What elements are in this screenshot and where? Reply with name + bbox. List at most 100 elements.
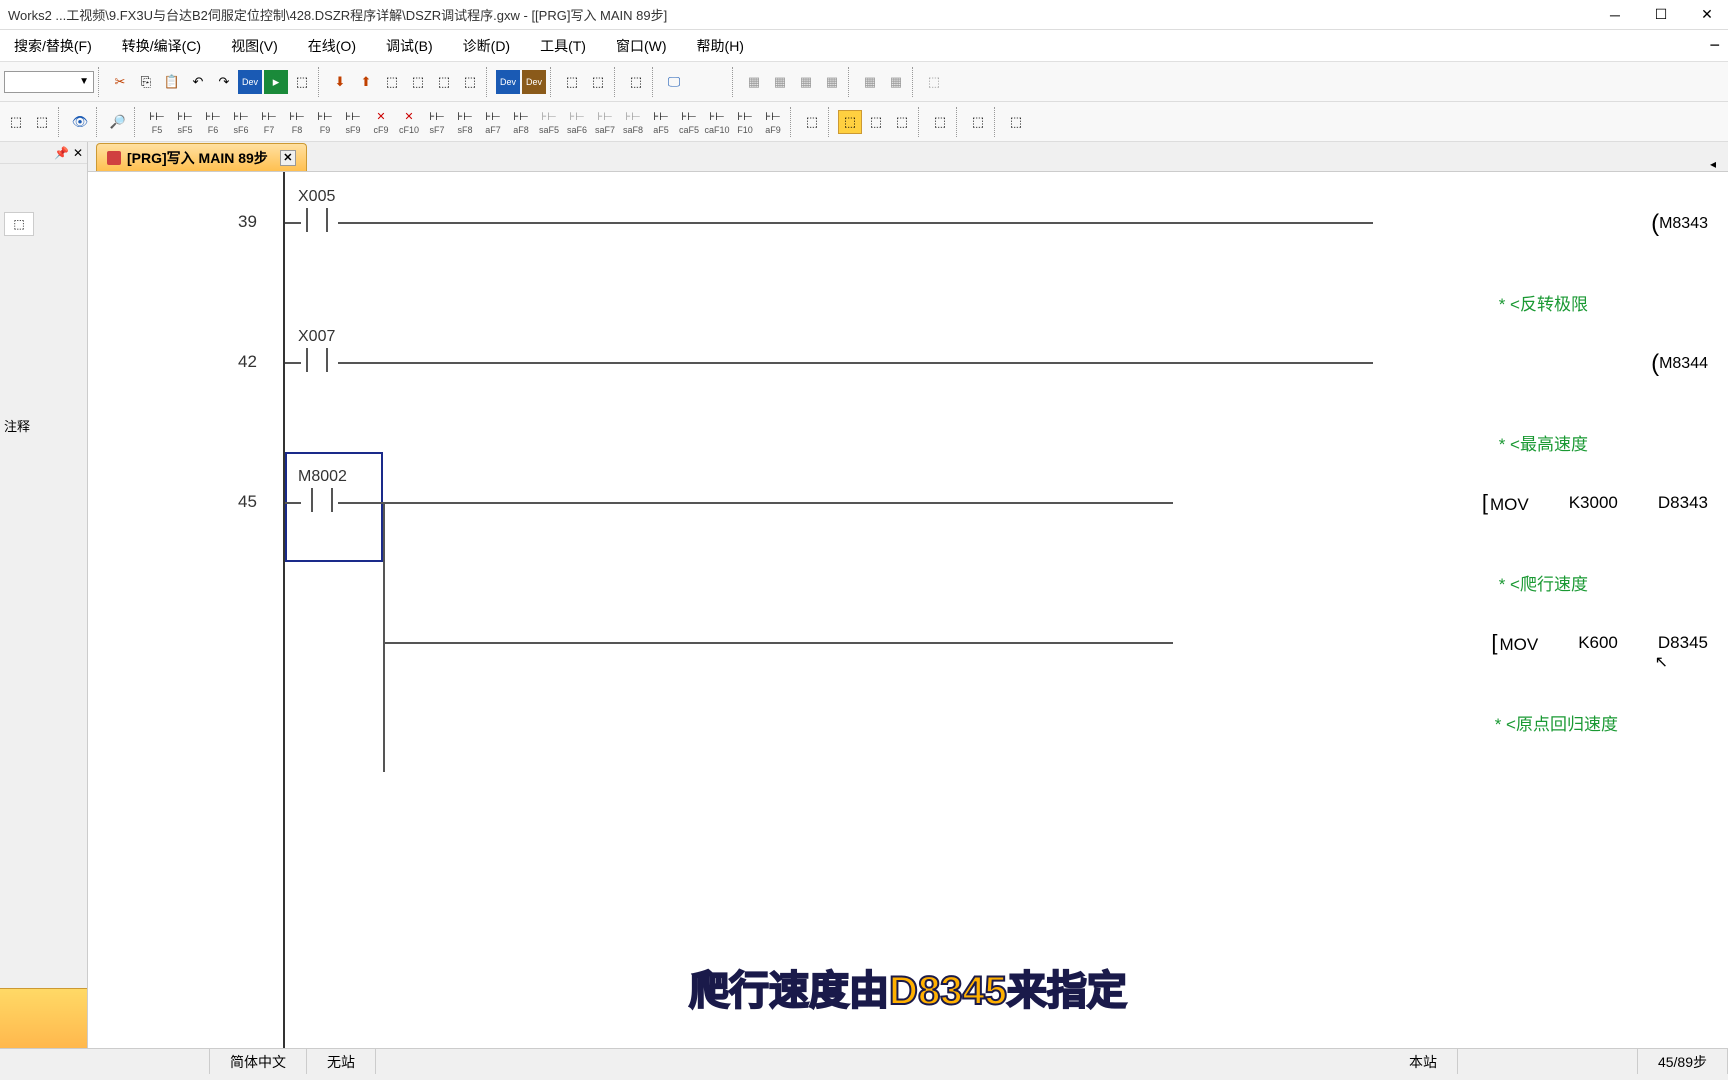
toolbar2-btn-g[interactable]: ⬚ <box>928 110 952 134</box>
chart-icon-5[interactable]: ▦ <box>858 70 882 94</box>
menu-tool[interactable]: 工具(T) <box>534 32 592 60</box>
toolbar-btn-d[interactable]: ⬚ <box>560 70 584 94</box>
maximize-button[interactable]: ☐ <box>1648 5 1674 25</box>
fkey-F10[interactable]: ⊦⊢F10 <box>732 105 758 139</box>
fkey-sF7[interactable]: ⊦⊢sF7 <box>424 105 450 139</box>
minimize-button[interactable]: ─ <box>1602 5 1628 25</box>
view-icon[interactable]: 👁 <box>68 110 92 134</box>
panel-close-icon[interactable]: ✕ <box>73 146 83 160</box>
fkey-cF10[interactable]: ✕cF10 <box>396 105 422 139</box>
fkey-aF8[interactable]: ⊦⊢aF8 <box>508 105 534 139</box>
fkey-sF6[interactable]: ⊦⊢sF6 <box>228 105 254 139</box>
menu-search[interactable]: 搜索/替换(F) <box>8 32 98 60</box>
toolbar-btn-a[interactable]: ⬚ <box>290 70 314 94</box>
fkey-aF7[interactable]: ⊦⊢aF7 <box>480 105 506 139</box>
fkey-caF5[interactable]: ⊦⊢caF5 <box>676 105 702 139</box>
fkey-sF5[interactable]: ⊦⊢sF5 <box>172 105 198 139</box>
fkey-saF8[interactable]: ⊦⊢saF8 <box>620 105 646 139</box>
chart-icon-6[interactable]: ▦ <box>884 70 908 94</box>
chart-icon-7[interactable]: ⬚ <box>922 70 946 94</box>
monitor-icon[interactable]: ▸ <box>264 70 288 94</box>
redo-icon[interactable]: ↷ <box>212 70 236 94</box>
toolbar2-btn-d[interactable]: ⬚ <box>838 110 862 134</box>
upload-icon[interactable]: ⬆ <box>354 70 378 94</box>
fkey-aF5[interactable]: ⊦⊢aF5 <box>648 105 674 139</box>
pin-icon[interactable]: 📌 <box>54 146 69 160</box>
left-panel: 📌 ✕ ⬚ 注释 <box>0 142 88 1048</box>
fkey-saF7[interactable]: ⊦⊢saF7 <box>592 105 618 139</box>
toolbar2-btn-a[interactable]: ⬚ <box>4 110 28 134</box>
fkey-F9[interactable]: ⊦⊢F9 <box>312 105 338 139</box>
rung-comment: * <爬行速度 <box>1499 570 1588 595</box>
toolbar2-btn-b[interactable]: ⬚ <box>30 110 54 134</box>
fkey-F7[interactable]: ⊦⊢F7 <box>256 105 282 139</box>
fkey-F5[interactable]: ⊦⊢F5 <box>144 105 170 139</box>
chart-icon-1[interactable]: ▦ <box>742 70 766 94</box>
fkey-F8[interactable]: ⊦⊢F8 <box>284 105 310 139</box>
fkey-sF8[interactable]: ⊦⊢sF8 <box>452 105 478 139</box>
close-button[interactable]: ✕ <box>1694 5 1720 25</box>
toolbar-1: ▼ ✂ ⎘ 📋 ↶ ↷ Dev ▸ ⬚ ⬇ ⬆ ⬚ ⬚ ⬚ ⬚ Dev Dev … <box>0 62 1728 102</box>
download-icon[interactable]: ⬇ <box>328 70 352 94</box>
menu-debug[interactable]: 调试(B) <box>380 32 439 60</box>
contact-x005[interactable]: X005 <box>298 188 335 232</box>
toolbar2-btn-f[interactable]: ⬚ <box>890 110 914 134</box>
contact-m8002[interactable]: M8002 <box>298 468 347 512</box>
toolbar-2: ⬚ ⬚ 👁 🔎 ⊦⊢F5⊦⊢sF5⊦⊢F6⊦⊢sF6⊦⊢F7⊦⊢F8⊦⊢F9⊦⊢… <box>0 102 1728 142</box>
coil-m8344[interactable]: (M8344 <box>1651 350 1708 378</box>
verify-icon[interactable]: ⬚ <box>380 70 404 94</box>
toolbar-btn-c[interactable]: ⬚ <box>458 70 482 94</box>
chart-icon-2[interactable]: ▦ <box>768 70 792 94</box>
chart-icon-3[interactable]: ▦ <box>794 70 818 94</box>
menu-help[interactable]: 帮助(H) <box>691 32 750 60</box>
ladder-editor[interactable]: 39 X005 (M8343 * <反转极限 42 X007 (M8344 * <box>88 172 1728 1048</box>
contact-x007[interactable]: X007 <box>298 328 335 372</box>
fkey-cF9[interactable]: ✕cF9 <box>368 105 394 139</box>
toolbar2-btn-c[interactable]: ⬚ <box>800 110 824 134</box>
toolbar2-btn-e[interactable]: ⬚ <box>864 110 888 134</box>
status-local: 本站 <box>1389 1049 1458 1074</box>
toolbar-dropdown-1[interactable]: ▼ <box>4 71 94 93</box>
fkey-aF9[interactable]: ⊦⊢aF9 <box>760 105 786 139</box>
tab-nav-left-icon[interactable]: ◂ <box>1710 157 1716 171</box>
menubar: 搜索/替换(F) 转换/编译(C) 视图(V) 在线(O) 调试(B) 诊断(D… <box>0 30 1728 62</box>
instr-mov-2[interactable]: [MOV K600 D8345 <box>1491 630 1708 656</box>
toolbar-btn-b[interactable]: ⬚ <box>432 70 456 94</box>
chart-icon-4[interactable]: ▦ <box>820 70 844 94</box>
toolbar2-btn-i[interactable]: ⬚ <box>1004 110 1028 134</box>
coil-m8343[interactable]: (M8343 <box>1651 210 1708 238</box>
fkey-F6[interactable]: ⊦⊢F6 <box>200 105 226 139</box>
fkey-sF9[interactable]: ⊦⊢sF9 <box>340 105 366 139</box>
fkey-saF5[interactable]: ⊦⊢saF5 <box>536 105 562 139</box>
menu-window[interactable]: 窗口(W) <box>610 32 673 60</box>
step-number: 42 <box>238 352 257 372</box>
menu-convert[interactable]: 转换/编译(C) <box>116 32 207 60</box>
dev-icon-3[interactable]: Dev <box>522 70 546 94</box>
fkey-saF6[interactable]: ⊦⊢saF6 <box>564 105 590 139</box>
instr-mov-1[interactable]: [MOV K3000 D8343 <box>1482 490 1708 516</box>
dev-icon-1[interactable]: Dev <box>238 70 262 94</box>
menu-online[interactable]: 在线(O) <box>302 32 362 60</box>
left-tool-1[interactable]: ⬚ <box>4 212 34 236</box>
mouse-cursor-icon: ↖ <box>1655 652 1668 672</box>
rung-comment: * <反转极限 <box>1499 290 1588 315</box>
toolbar2-btn-h[interactable]: ⬚ <box>966 110 990 134</box>
search-tool-icon[interactable]: 🔎 <box>106 110 130 134</box>
compare-icon[interactable]: ⬚ <box>406 70 430 94</box>
undo-icon[interactable]: ↶ <box>186 70 210 94</box>
tab-active[interactable]: [PRG]写入 MAIN 89步 ✕ <box>96 143 307 171</box>
toolbar-btn-e[interactable]: ⬚ <box>586 70 610 94</box>
menu-view[interactable]: 视图(V) <box>225 32 284 60</box>
tab-label: [PRG]写入 MAIN 89步 <box>127 148 268 168</box>
left-panel-footer <box>0 988 87 1048</box>
cut-icon[interactable]: ✂ <box>108 70 132 94</box>
fkey-caF10[interactable]: ⊦⊢caF10 <box>704 105 730 139</box>
display-icon[interactable]: 🖵 <box>662 70 686 94</box>
menubar-overflow[interactable]: − <box>1709 35 1720 56</box>
menu-diagnose[interactable]: 诊断(D) <box>457 32 516 60</box>
copy-icon[interactable]: ⎘ <box>134 70 158 94</box>
dev-icon-2[interactable]: Dev <box>496 70 520 94</box>
paste-icon[interactable]: 📋 <box>160 70 184 94</box>
tab-close-icon[interactable]: ✕ <box>280 150 296 166</box>
toolbar-btn-f[interactable]: ⬚ <box>624 70 648 94</box>
